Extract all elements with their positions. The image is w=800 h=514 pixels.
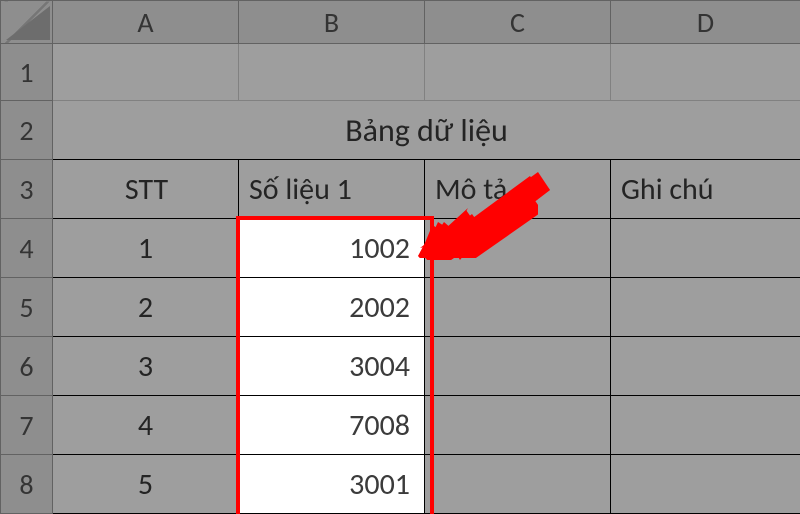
- header-mota[interactable]: Mô tả: [425, 160, 611, 219]
- cell-B7[interactable]: 7008: [239, 396, 425, 455]
- cell-A4[interactable]: 1: [53, 219, 239, 278]
- cell-C8[interactable]: [425, 455, 611, 514]
- cell-D5[interactable]: [611, 278, 800, 337]
- row-header-2[interactable]: 2: [1, 101, 53, 160]
- header-solieu1[interactable]: Số liệu 1: [239, 160, 425, 219]
- cell-C6[interactable]: [425, 337, 611, 396]
- table-title[interactable]: Bảng dữ liệu: [53, 101, 800, 160]
- cell-A8[interactable]: 5: [53, 455, 239, 514]
- cell-A7[interactable]: 4: [53, 396, 239, 455]
- row-header-8[interactable]: 8: [1, 455, 53, 514]
- row-header-1[interactable]: 1: [1, 44, 53, 101]
- cell-D7[interactable]: [611, 396, 800, 455]
- header-ghichu[interactable]: Ghi chú: [611, 160, 800, 219]
- col-header-A[interactable]: A: [53, 1, 239, 44]
- cell-C1[interactable]: [425, 44, 611, 101]
- cell-A1[interactable]: [53, 44, 239, 101]
- cell-D1[interactable]: [611, 44, 800, 101]
- row-header-7[interactable]: 7: [1, 396, 53, 455]
- cell-B4[interactable]: 1002: [239, 219, 425, 278]
- spreadsheet: A B C D 1 2 Bảng dữ liệu 3 STT Số liệu 1: [0, 0, 800, 514]
- cell-B5[interactable]: 2002: [239, 278, 425, 337]
- cell-B8[interactable]: 3001: [239, 455, 425, 514]
- cell-C4[interactable]: [425, 219, 611, 278]
- row-header-5[interactable]: 5: [1, 278, 53, 337]
- row-header-3[interactable]: 3: [1, 160, 53, 219]
- select-all-corner[interactable]: [1, 1, 53, 44]
- cell-A5[interactable]: 2: [53, 278, 239, 337]
- col-header-C[interactable]: C: [425, 1, 611, 44]
- row-header-6[interactable]: 6: [1, 337, 53, 396]
- cell-C5[interactable]: [425, 278, 611, 337]
- cell-D6[interactable]: [611, 337, 800, 396]
- row-header-4[interactable]: 4: [1, 219, 53, 278]
- cell-B1[interactable]: [239, 44, 425, 101]
- cell-B6[interactable]: 3004: [239, 337, 425, 396]
- grid-table: A B C D 1 2 Bảng dữ liệu 3 STT Số liệu 1: [0, 0, 800, 514]
- select-all-icon: [6, 6, 50, 40]
- header-stt[interactable]: STT: [53, 160, 239, 219]
- cell-D4[interactable]: [611, 219, 800, 278]
- cell-A6[interactable]: 3: [53, 337, 239, 396]
- col-header-B[interactable]: B: [239, 1, 425, 44]
- cell-D8[interactable]: [611, 455, 800, 514]
- cell-C7[interactable]: [425, 396, 611, 455]
- col-header-D[interactable]: D: [611, 1, 800, 44]
